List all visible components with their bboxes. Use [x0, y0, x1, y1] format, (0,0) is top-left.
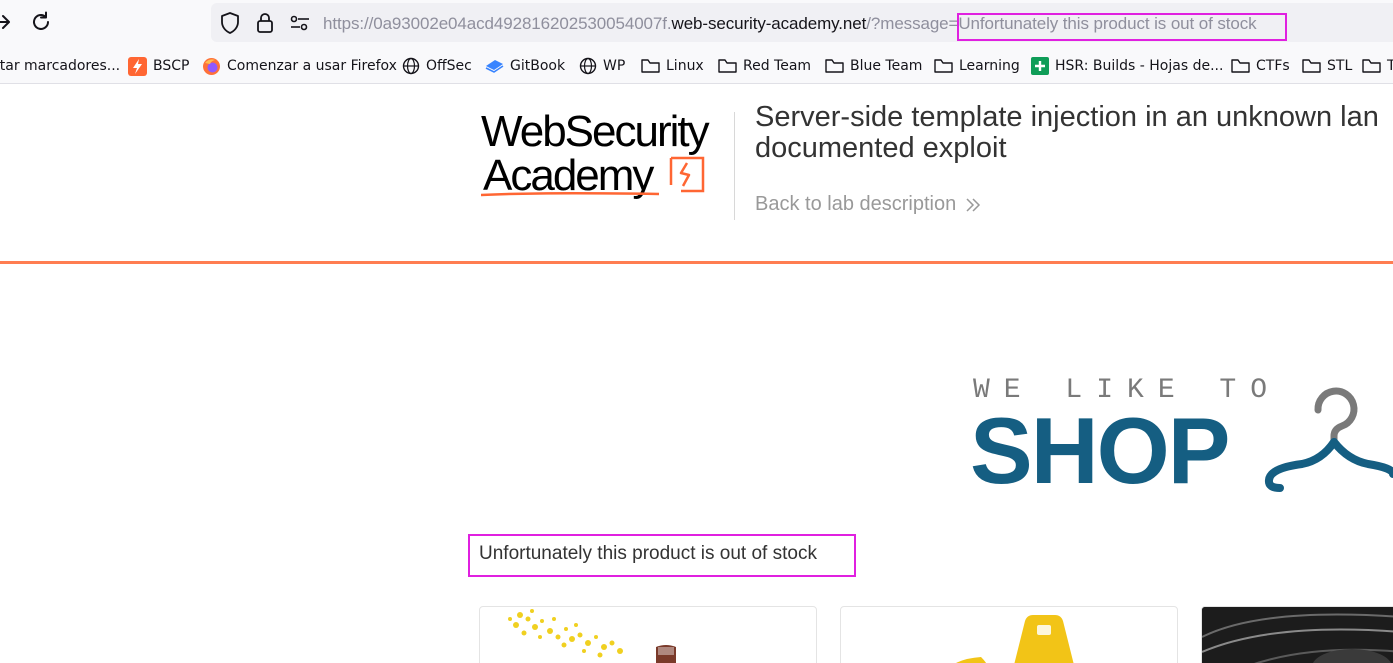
bookmark-label: CTFs	[1256, 58, 1290, 74]
out-of-stock-message: Unfortunately this product is out of sto…	[479, 543, 817, 564]
folder-icon	[718, 59, 737, 73]
url-highlight-box	[957, 13, 1287, 41]
back-to-lab-description-link[interactable]: Back to lab description	[755, 193, 982, 216]
bookmark-item-ctfs[interactable]: CTFs	[1231, 56, 1290, 76]
bookmark-label: OffSec	[426, 58, 472, 74]
bookmark-item-stl[interactable]: STL	[1302, 56, 1352, 76]
bookmark-item-wp[interactable]: WP	[579, 56, 625, 76]
bookmark-label: Red Team	[743, 58, 812, 74]
url-path: /?message	[866, 14, 949, 33]
forward-arrow-icon[interactable]	[0, 11, 14, 33]
product-card[interactable]	[1201, 606, 1393, 663]
lab-title-line-2: documented exploit	[755, 132, 1007, 164]
product-card[interactable]	[479, 606, 817, 663]
bookmark-label: HSR: Builds - Hojas de...	[1055, 58, 1224, 74]
bookmark-label: WP	[603, 58, 626, 74]
logo-underline	[481, 191, 660, 197]
tracking-protection-shield-icon[interactable]	[219, 11, 241, 35]
bscp-icon	[128, 56, 147, 76]
product-image	[1202, 607, 1393, 663]
back-link-label: Back to lab description	[755, 193, 957, 215]
browser-toolbar: https://0a93002e04acd492816202530054007f…	[0, 0, 1393, 46]
url-domain: web-security-academy.net	[671, 14, 867, 33]
bookmark-item-learning[interactable]: Learning	[934, 56, 1020, 76]
product-image	[956, 615, 1074, 663]
bookmark-item-t[interactable]: T	[1362, 56, 1393, 76]
permissions-icon[interactable]	[289, 13, 311, 33]
folder-icon	[1231, 59, 1250, 73]
folder-icon	[1362, 59, 1381, 73]
gitbook-icon	[485, 59, 504, 73]
bookmark-item-offsec[interactable]: OffSec	[402, 56, 472, 76]
bookmark-label: Learning	[959, 58, 1020, 74]
logo-line-1: WebSecurity	[481, 107, 710, 156]
globe-icon	[579, 57, 597, 75]
bookmarks-bar: rtar marcadores... BSCP Comenzar a usar …	[0, 46, 1393, 84]
double-chevron-right-icon	[966, 197, 981, 212]
folder-icon	[934, 59, 953, 73]
bookmark-item-firefox[interactable]: Comenzar a usar Firefox	[202, 56, 397, 76]
product-image	[508, 609, 676, 663]
logo-lightning-mark-icon	[669, 156, 705, 193]
header-divider	[734, 112, 735, 220]
bookmark-label: GitBook	[510, 58, 566, 74]
bookmark-label: STL	[1327, 58, 1353, 74]
bookmark-label: Blue Team	[850, 58, 923, 74]
reload-icon[interactable]	[29, 10, 53, 34]
coat-hanger-icon	[1264, 387, 1393, 492]
bookmark-item-red-team[interactable]: Red Team	[718, 56, 811, 76]
folder-icon	[1302, 59, 1321, 73]
bookmark-label: T	[1387, 58, 1393, 74]
shop-heading: SHOP	[970, 398, 1230, 503]
sheets-icon	[1031, 57, 1049, 75]
url-prefix: https://0a93002e04acd492816202530054007f…	[323, 14, 672, 33]
bookmark-label: rtar marcadores...	[0, 58, 121, 74]
bookmark-item-bscp[interactable]: BSCP	[128, 56, 189, 76]
lock-icon[interactable]	[255, 11, 275, 35]
folder-icon	[641, 59, 660, 73]
bookmark-item-linux[interactable]: Linux	[641, 56, 704, 76]
bookmark-item-marcadores[interactable]: rtar marcadores...	[0, 56, 120, 76]
bookmark-label: Comenzar a usar Firefox	[227, 58, 397, 74]
bookmark-label: Linux	[666, 58, 704, 74]
globe-icon	[402, 57, 420, 75]
lab-title-line-1: Server-side template injection in an unk…	[755, 101, 1379, 133]
folder-icon	[825, 59, 844, 73]
bookmark-item-blue-team[interactable]: Blue Team	[825, 56, 922, 76]
firefox-icon	[203, 57, 220, 75]
bookmark-item-hsr-builds[interactable]: HSR: Builds - Hojas de...	[1031, 56, 1223, 76]
bookmark-item-gitbook[interactable]: GitBook	[485, 56, 565, 76]
bookmark-label: BSCP	[153, 58, 190, 74]
product-card[interactable]	[840, 606, 1178, 663]
header-orange-rule	[0, 261, 1393, 264]
lab-title: Server-side template injection in an unk…	[755, 102, 1379, 164]
